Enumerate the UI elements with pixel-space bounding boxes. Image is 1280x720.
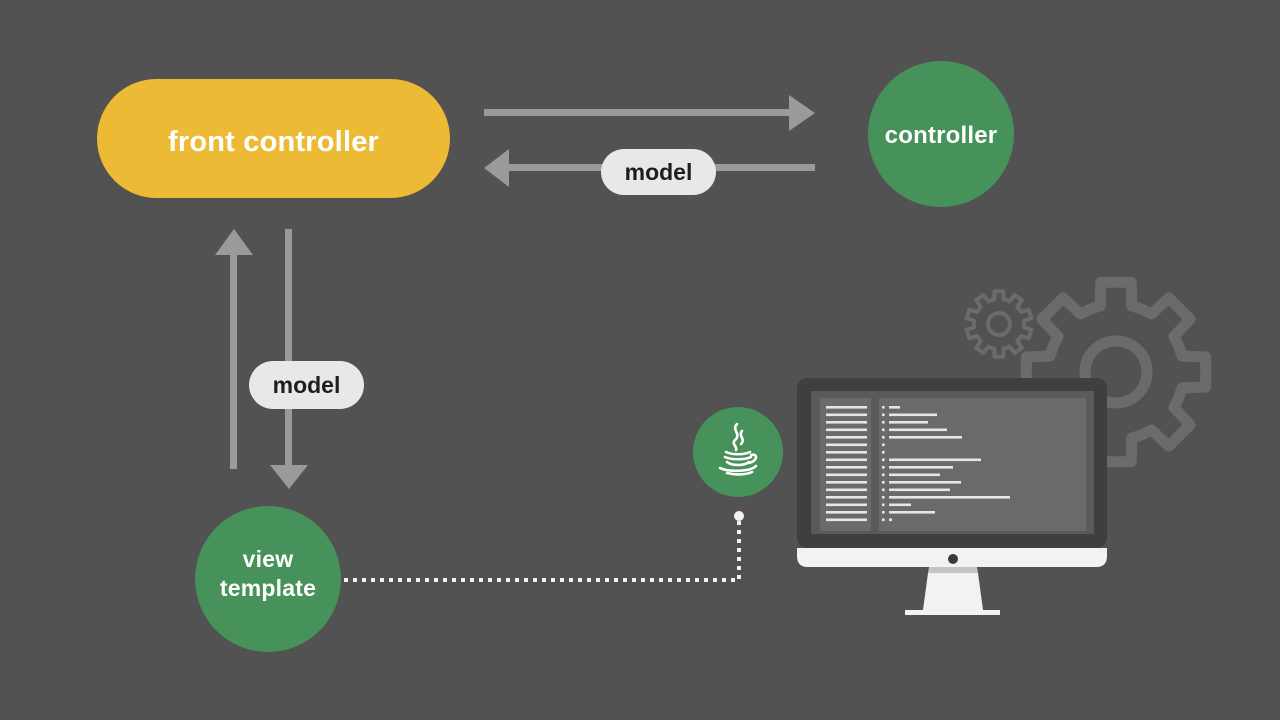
- file-tree-line: [826, 436, 867, 439]
- file-tree-line: [826, 503, 867, 507]
- code-line: [889, 511, 935, 514]
- code-line-bullet: [882, 481, 885, 484]
- code-line-bullet: [882, 413, 885, 417]
- file-tree-line: [826, 518, 867, 522]
- code-line: [889, 488, 950, 492]
- code-line-bullet: [882, 496, 885, 499]
- code-line: [889, 436, 962, 439]
- file-tree-line: [826, 511, 867, 514]
- code-line: [889, 466, 953, 469]
- file-tree-line: [826, 458, 867, 462]
- code-line: [889, 473, 940, 477]
- monitor-stand: [923, 573, 983, 610]
- file-tree-line: [826, 406, 867, 409]
- small-gear-icon: [964, 289, 1034, 359]
- edge-label-model-left: model: [249, 361, 364, 409]
- front-controller-label: front controller: [167, 125, 380, 158]
- code-line-bullet: [882, 458, 885, 462]
- monitor-code-editor-icon: [797, 378, 1107, 615]
- code-line-bullet: [882, 473, 885, 477]
- code-line-bullet: [882, 443, 885, 447]
- monitor-stand-base: [905, 610, 1000, 615]
- arrow-view-template-to-front-controller: [215, 229, 253, 469]
- connector-endpoint-dot: [734, 511, 744, 521]
- code-line-bullet: [882, 451, 885, 454]
- code-line-bullet: [882, 428, 885, 432]
- code-line-bullet: [882, 406, 885, 409]
- code-line: [889, 503, 911, 507]
- small-gear-hub: [986, 311, 1012, 337]
- code-line-bullet: [882, 488, 885, 492]
- code-line: [889, 421, 928, 424]
- file-tree-line: [826, 466, 867, 469]
- code-line: [889, 413, 937, 417]
- code-line: [889, 518, 892, 522]
- java-node[interactable]: [693, 407, 783, 497]
- monitor-camera-dot: [948, 554, 958, 564]
- file-tree-line: [826, 488, 867, 492]
- file-tree-line: [826, 413, 867, 417]
- code-line-bullet: [882, 503, 885, 507]
- code-line-bullet: [882, 436, 885, 439]
- code-line: [889, 406, 900, 409]
- arrow-front-controller-to-controller: [484, 95, 815, 131]
- code-line-bullet: [882, 518, 885, 522]
- view-template-label-line2: template: [219, 574, 317, 601]
- file-tree-line: [826, 473, 867, 477]
- file-tree-line: [826, 428, 867, 432]
- code-line: [889, 481, 961, 484]
- file-tree-line: [826, 481, 867, 484]
- file-tree-line: [826, 443, 867, 447]
- code-line: [889, 458, 981, 462]
- file-tree-line: [826, 451, 867, 454]
- arrow-front-controller-to-view-template: [270, 229, 308, 489]
- monitor-stand-neck: [928, 567, 978, 573]
- code-line: [889, 428, 947, 432]
- code-line-bullet: [882, 466, 885, 469]
- edge-label-model-top: model: [601, 149, 716, 195]
- code-line: [889, 496, 1010, 499]
- file-tree-line: [826, 496, 867, 499]
- view-template-label-line1: view: [242, 545, 294, 572]
- file-tree-line: [826, 421, 867, 424]
- dotted-connector: [344, 511, 744, 582]
- code-line-bullet: [882, 421, 885, 424]
- controller-label: controller: [884, 122, 998, 149]
- code-line-bullet: [882, 511, 885, 514]
